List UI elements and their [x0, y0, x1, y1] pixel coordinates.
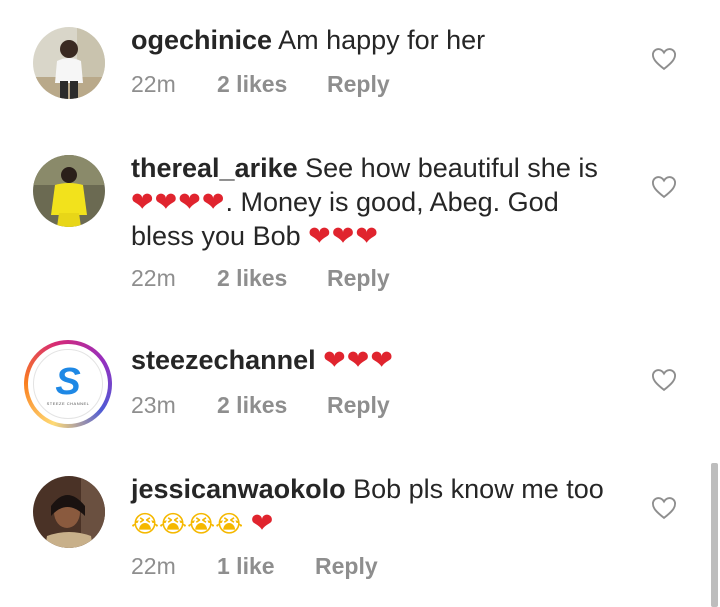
comment-likes[interactable]: 2 likes — [217, 265, 287, 292]
avatar[interactable] — [33, 155, 105, 227]
comment-likes[interactable]: 2 likes — [217, 392, 287, 419]
heart-emoji: ❤❤❤❤ — [131, 187, 226, 217]
comment-text: bless you Bob — [131, 221, 309, 251]
avatar: S STEEZE CHANNEL — [33, 349, 103, 419]
comment-time: 22m — [131, 553, 176, 579]
avatar[interactable] — [33, 27, 105, 99]
heart-outline-icon[interactable] — [650, 173, 678, 201]
reply-button[interactable]: Reply — [327, 392, 390, 419]
heart-outline-icon[interactable] — [650, 45, 678, 73]
comment-body: steezechannel ❤❤❤ — [131, 343, 631, 377]
heart-emoji: ❤❤❤ — [323, 345, 394, 375]
heart-outline-icon[interactable] — [650, 366, 678, 394]
comment-likes[interactable]: 1 like — [217, 553, 275, 580]
avatar-story-ring[interactable]: S STEEZE CHANNEL — [24, 340, 112, 428]
comment-text: Bob pls know me too — [353, 474, 604, 504]
comment-text: See how beautiful she is — [305, 153, 598, 183]
steeze-logo-letter: S — [55, 361, 81, 403]
comment-text: . Money is good, Abeg. God — [225, 187, 559, 217]
reply-button[interactable]: Reply — [327, 265, 390, 292]
reply-button[interactable]: Reply — [327, 71, 390, 98]
comment-username[interactable]: steezechannel — [131, 345, 316, 375]
comment-text: Am happy for her — [278, 25, 486, 55]
comment-username[interactable]: jessicanwaokolo — [131, 474, 346, 504]
crying-emoji: 😭😭😭😭 — [131, 511, 244, 538]
avatar[interactable] — [33, 476, 105, 548]
comment-username[interactable]: ogechinice — [131, 25, 272, 55]
heart-outline-icon[interactable] — [650, 494, 678, 522]
heart-emoji: ❤ — [250, 508, 275, 538]
comment-likes[interactable]: 2 likes — [217, 71, 287, 98]
scrollbar[interactable] — [711, 463, 718, 607]
comment-time: 23m — [131, 392, 176, 418]
comment-username[interactable]: thereal_arike — [131, 153, 298, 183]
comment-body: ogechinice Am happy for her — [131, 23, 631, 57]
comment-body: jessicanwaokolo Bob pls know me too 😭😭😭😭… — [131, 472, 631, 542]
reply-button[interactable]: Reply — [315, 553, 378, 580]
comment-body: thereal_arike See how beautiful she is ❤… — [131, 151, 631, 253]
comment-time: 22m — [131, 71, 176, 97]
heart-emoji: ❤❤❤ — [308, 221, 379, 251]
comment-time: 22m — [131, 265, 176, 291]
steeze-logo-caption: STEEZE CHANNEL — [46, 401, 90, 406]
